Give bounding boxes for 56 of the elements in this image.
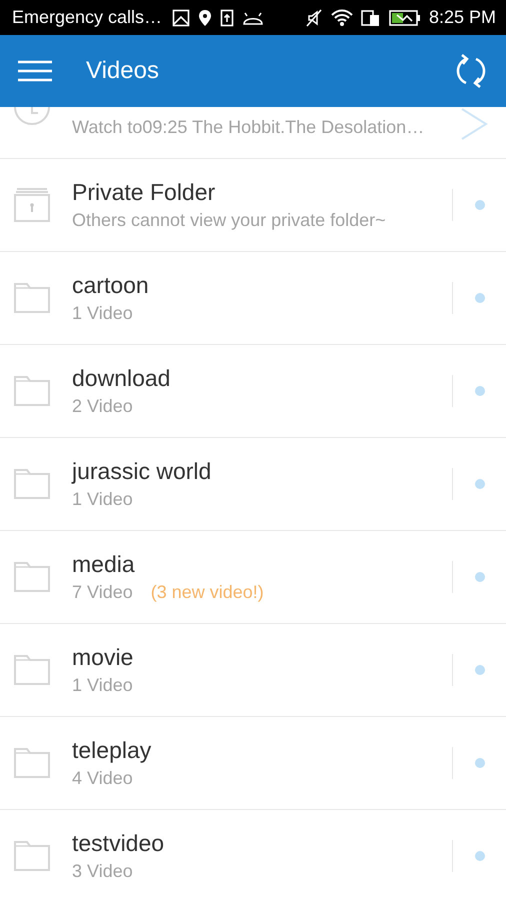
folder-name: jurassic world — [72, 458, 212, 485]
folder-name: movie — [72, 644, 134, 671]
folder-name: cartoon — [72, 272, 149, 299]
folder-icon — [14, 469, 50, 499]
more-dot-icon[interactable] — [475, 572, 485, 582]
folder-row[interactable]: Private Folder Others cannot view your private folder~ — [0, 159, 506, 252]
wifi-icon — [330, 8, 353, 26]
menu-button[interactable] — [18, 60, 52, 82]
video-count: 4 Video — [72, 768, 133, 789]
folder-icon — [14, 376, 50, 406]
more-dot-icon[interactable] — [475, 479, 485, 489]
video-count: 1 Video — [72, 675, 133, 696]
android-icon — [242, 10, 264, 24]
folder-icon — [14, 748, 50, 778]
folder-icon — [14, 655, 50, 685]
folder-row[interactable]: media 7 Video (3 new video!) — [0, 531, 506, 624]
video-count: 1 Video — [72, 303, 133, 324]
video-count: 1 Video — [72, 489, 133, 510]
location-pin-icon — [198, 8, 212, 26]
folder-row[interactable]: jurassic world 1 Video — [0, 438, 506, 531]
battery-charging-icon — [388, 8, 421, 26]
sim-icon — [360, 8, 381, 26]
more-dot-icon[interactable] — [475, 386, 485, 396]
screen-title: Videos — [86, 57, 159, 85]
folder-name: download — [72, 365, 170, 392]
more-dot-icon[interactable] — [475, 851, 485, 861]
more-dot-icon[interactable] — [475, 758, 485, 768]
more-dot-icon[interactable] — [475, 293, 485, 303]
folder-icon — [14, 283, 50, 313]
play-icon[interactable] — [460, 107, 488, 141]
more-dot-icon[interactable] — [475, 200, 485, 210]
status-text: Emergency calls… — [12, 7, 162, 28]
folder-row[interactable]: cartoon 1 Video — [0, 252, 506, 345]
folder-row[interactable]: movie 1 Video — [0, 624, 506, 717]
refresh-button[interactable] — [454, 54, 488, 88]
more-dot-icon[interactable] — [475, 665, 485, 675]
folder-icon — [14, 562, 50, 592]
video-count: 3 Video — [72, 861, 133, 882]
folder-name: teleplay — [72, 737, 152, 764]
clock-text: 8:25 PM — [428, 7, 496, 28]
folder-name: testvideo — [72, 830, 164, 857]
folder-icon — [14, 841, 50, 871]
folder-name: media — [72, 551, 135, 578]
folder-row[interactable]: download 2 Video — [0, 345, 506, 438]
folder-row[interactable]: teleplay 4 Video — [0, 717, 506, 810]
locked-box-icon — [14, 188, 50, 222]
folder-name: Private Folder — [72, 179, 216, 206]
folder-row[interactable]: testvideo 3 Video — [0, 810, 506, 900]
video-count: 2 Video — [72, 396, 133, 417]
upload-icon — [220, 8, 234, 26]
mute-icon — [304, 8, 323, 26]
new-video-note: (3 new video!) — [150, 582, 264, 603]
history-subtitle: Watch to09:25 The Hobbit.The Desolation… — [72, 117, 424, 138]
video-count: 7 Video — [72, 582, 133, 603]
video-count: Others cannot view your private folder~ — [72, 210, 386, 231]
image-icon — [172, 8, 190, 26]
